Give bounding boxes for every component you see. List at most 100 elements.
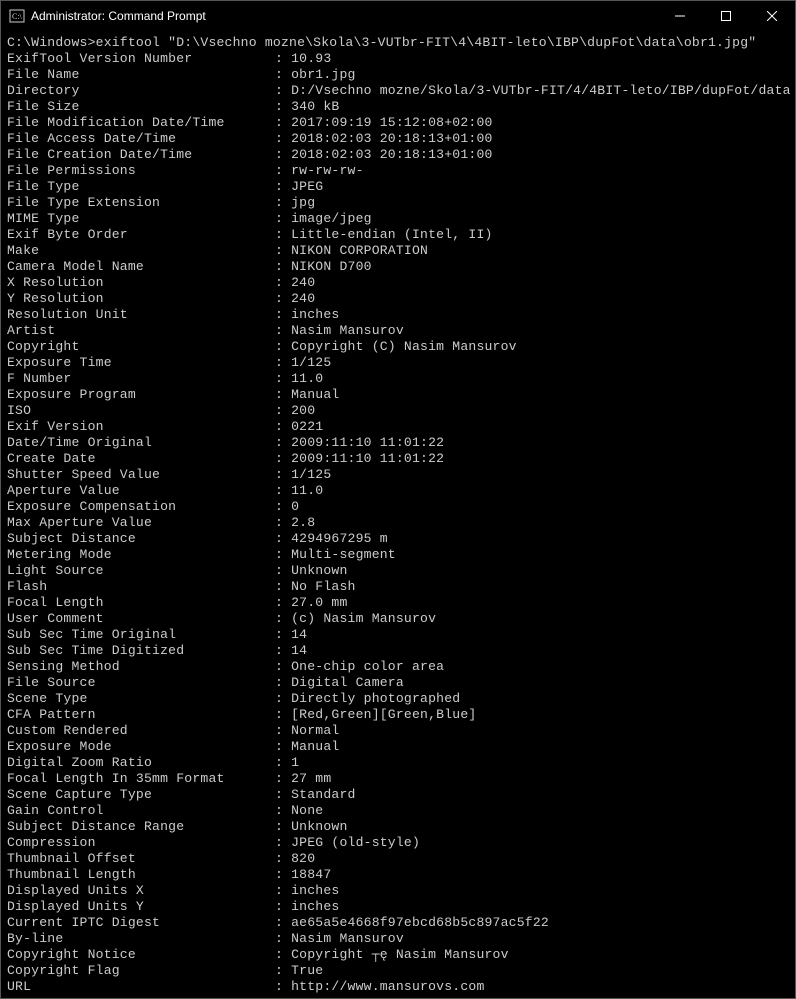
field-value: : image/jpeg <box>275 211 789 227</box>
field-key: F Number <box>7 371 275 387</box>
field-value: : Manual <box>275 387 789 403</box>
field-key: Copyright <box>7 339 275 355</box>
field-value: : Copyright ┬ę Nasim Mansurov <box>275 947 789 963</box>
field-value: : 1/125 <box>275 355 789 371</box>
output-row: Directory: D:/Vsechno mozne/Skola/3-VUTb… <box>7 83 789 99</box>
field-key: Light Source <box>7 563 275 579</box>
field-key: X Resolution <box>7 275 275 291</box>
titlebar-left: C:\ Administrator: Command Prompt <box>9 8 206 24</box>
field-value: : rw-rw-rw- <box>275 163 789 179</box>
output-row: Copyright Notice: Copyright ┬ę Nasim Man… <box>7 947 789 963</box>
field-value: : 2018:02:03 20:18:13+01:00 <box>275 147 789 163</box>
field-value: : http://www.mansurovs.com <box>275 979 789 995</box>
field-value: : Unknown <box>275 563 789 579</box>
titlebar[interactable]: C:\ Administrator: Command Prompt <box>1 1 795 31</box>
field-key: File Source <box>7 675 275 691</box>
field-value: : Normal <box>275 723 789 739</box>
field-value: : (c) Nasim Mansurov <box>275 611 789 627</box>
output-row: Make: NIKON CORPORATION <box>7 243 789 259</box>
field-key: Gain Control <box>7 803 275 819</box>
field-key: Subject Distance Range <box>7 819 275 835</box>
field-key: Exif Byte Order <box>7 227 275 243</box>
field-key: Artist <box>7 323 275 339</box>
output-row: Flash: No Flash <box>7 579 789 595</box>
close-button[interactable] <box>749 1 795 31</box>
field-key: File Permissions <box>7 163 275 179</box>
field-key: Max Aperture Value <box>7 515 275 531</box>
field-value: : Manual <box>275 739 789 755</box>
field-value: : 1/125 <box>275 467 789 483</box>
maximize-button[interactable] <box>703 1 749 31</box>
field-key: Y Resolution <box>7 291 275 307</box>
output-row: Create Date: 2009:11:10 11:01:22 <box>7 451 789 467</box>
field-value: : Digital Camera <box>275 675 789 691</box>
terminal-output[interactable]: C:\Windows>exiftool "D:\Vsechno mozne\Sk… <box>1 31 795 998</box>
field-value: : 240 <box>275 275 789 291</box>
window-title: Administrator: Command Prompt <box>31 9 206 23</box>
window-controls <box>657 1 795 31</box>
field-value: : NIKON D700 <box>275 259 789 275</box>
field-value: : 14 <box>275 627 789 643</box>
command-line: C:\Windows>exiftool "D:\Vsechno mozne\Sk… <box>7 35 789 51</box>
field-key: Exif Version <box>7 419 275 435</box>
field-value: : Nasim Mansurov <box>275 931 789 947</box>
field-value: : Multi-segment <box>275 547 789 563</box>
field-value: : Little-endian (Intel, II) <box>275 227 789 243</box>
field-key: Date/Time Original <box>7 435 275 451</box>
field-value: : 2009:11:10 11:01:22 <box>275 435 789 451</box>
output-row: Sensing Method: One-chip color area <box>7 659 789 675</box>
field-value: : Nasim Mansurov <box>275 323 789 339</box>
field-value: : D:/Vsechno mozne/Skola/3-VUTbr-FIT/4/4… <box>275 83 791 99</box>
field-value: : ae65a5e4668f97ebcd68b5c897ac5f22 <box>275 915 789 931</box>
field-key: CFA Pattern <box>7 707 275 723</box>
field-key: Focal Length In 35mm Format <box>7 771 275 787</box>
field-key: ExifTool Version Number <box>7 51 275 67</box>
output-row: Shutter Speed Value: 1/125 <box>7 467 789 483</box>
field-key: Copyright Notice <box>7 947 275 963</box>
minimize-button[interactable] <box>657 1 703 31</box>
field-key: File Type <box>7 179 275 195</box>
output-row: CFA Pattern: [Red,Green][Green,Blue] <box>7 707 789 723</box>
field-value: : 0 <box>275 499 789 515</box>
field-value: : inches <box>275 899 789 915</box>
field-value: : True <box>275 963 789 979</box>
output-row: Date/Time Original: 2009:11:10 11:01:22 <box>7 435 789 451</box>
output-row: X Resolution: 240 <box>7 275 789 291</box>
field-key: User Comment <box>7 611 275 627</box>
field-key: Flash <box>7 579 275 595</box>
output-row: Exposure Time: 1/125 <box>7 355 789 371</box>
output-row: Scene Capture Type: Standard <box>7 787 789 803</box>
field-value: : No Flash <box>275 579 789 595</box>
field-key: Current IPTC Digest <box>7 915 275 931</box>
output-row: URL: http://www.mansurovs.com <box>7 979 789 995</box>
output-row: Camera Model Name: NIKON D700 <box>7 259 789 275</box>
output-row: Subject Distance: 4294967295 m <box>7 531 789 547</box>
field-value: : JPEG <box>275 179 789 195</box>
field-key: Create Date <box>7 451 275 467</box>
field-value: : 1 <box>275 755 789 771</box>
field-key: File Size <box>7 99 275 115</box>
field-value: : 11.0 <box>275 483 789 499</box>
field-key: File Access Date/Time <box>7 131 275 147</box>
output-row: Max Aperture Value: 2.8 <box>7 515 789 531</box>
field-key: Compression <box>7 835 275 851</box>
output-row: Displayed Units X: inches <box>7 883 789 899</box>
field-key: Directory <box>7 83 275 99</box>
field-value: : 11.0 <box>275 371 789 387</box>
field-key: File Name <box>7 67 275 83</box>
output-row: Scene Type: Directly photographed <box>7 691 789 707</box>
output-row: Displayed Units Y: inches <box>7 899 789 915</box>
output-row: File Access Date/Time: 2018:02:03 20:18:… <box>7 131 789 147</box>
field-value: : 2009:11:10 11:01:22 <box>275 451 789 467</box>
field-value: : 27 mm <box>275 771 789 787</box>
field-value: : 0221 <box>275 419 789 435</box>
field-value: : 10.93 <box>275 51 789 67</box>
field-key: Custom Rendered <box>7 723 275 739</box>
output-row: Copyright: Copyright (C) Nasim Mansurov <box>7 339 789 355</box>
output-row: Exposure Compensation: 0 <box>7 499 789 515</box>
field-key: Make <box>7 243 275 259</box>
field-key: MIME Type <box>7 211 275 227</box>
field-key: Copyright Flag <box>7 963 275 979</box>
field-key: Metering Mode <box>7 547 275 563</box>
output-row: Light Source: Unknown <box>7 563 789 579</box>
